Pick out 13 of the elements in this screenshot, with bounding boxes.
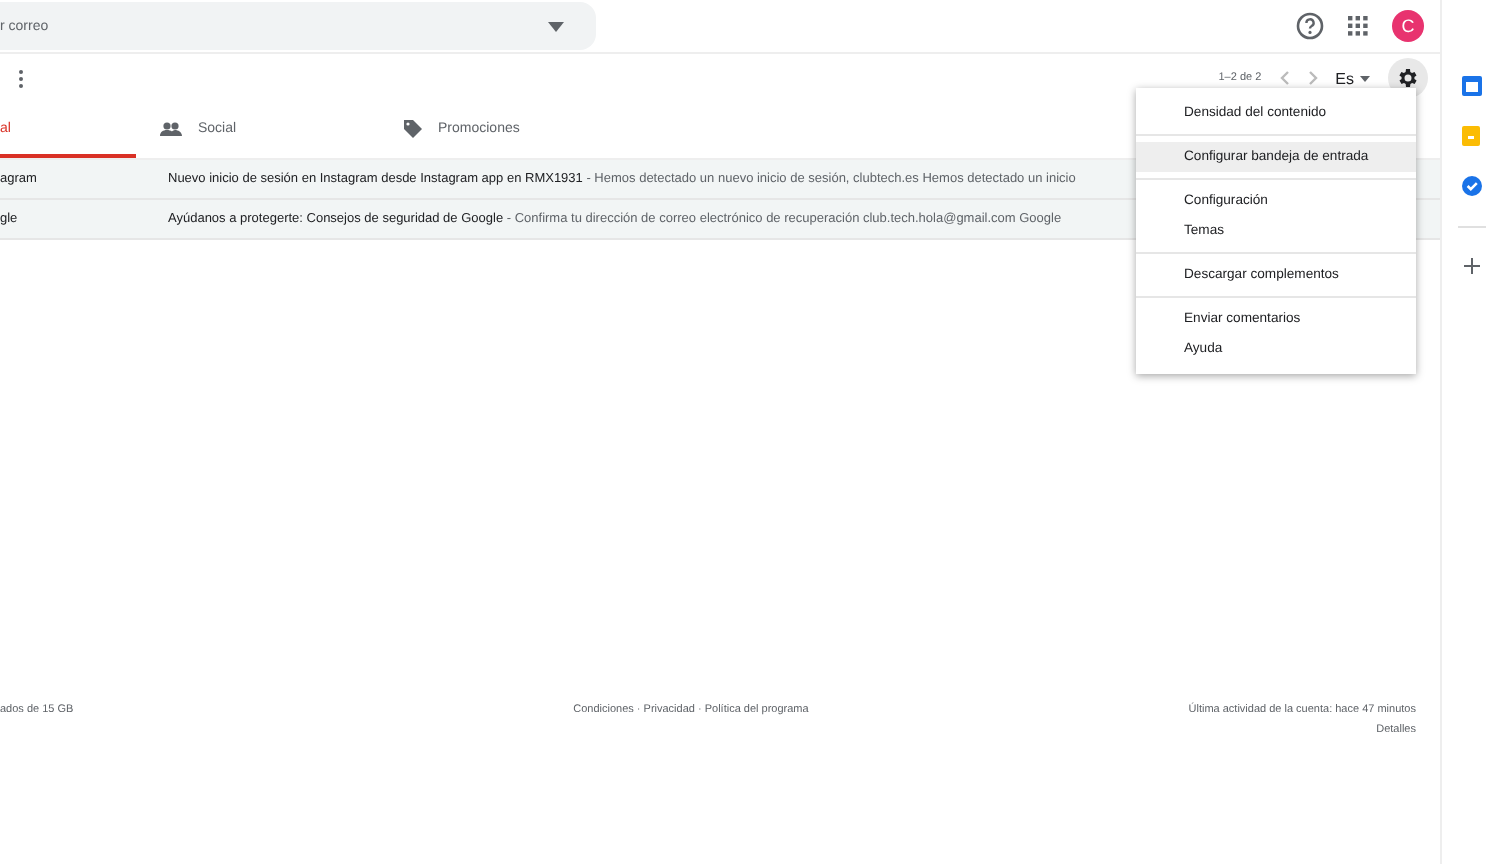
calendar-icon[interactable] [1461,76,1481,96]
more-icon[interactable] [18,69,24,87]
plus-icon[interactable] [1463,258,1479,274]
apps-grid-icon[interactable] [1348,16,1368,36]
caret-icon [1360,75,1370,81]
caret-icon [548,22,564,32]
people-icon [160,121,182,135]
settings-icon [1396,66,1420,90]
tag-icon [404,119,422,137]
check-circle-icon[interactable] [1461,176,1481,196]
language-button[interactable]: Es [1335,69,1370,87]
avatar[interactable]: C [1392,10,1424,42]
help-icon[interactable] [1296,12,1324,40]
